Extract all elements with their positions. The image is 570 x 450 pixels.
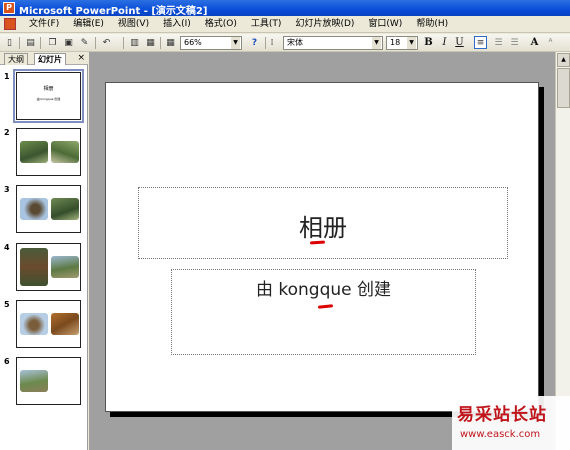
slide-thumbnail-row: 1 相册 由 kongque 创建 [0, 69, 88, 124]
red-annotation-mark [317, 304, 334, 309]
menu-insert[interactable]: 插入(I) [156, 18, 198, 31]
tab-outline[interactable]: 大纲 [4, 53, 28, 65]
red-annotation-mark [309, 240, 326, 245]
zoom-dropdown[interactable]: 66% ▼ [180, 36, 242, 50]
copy-icon[interactable]: ❐ [46, 36, 59, 49]
print-icon[interactable]: ▤ [24, 36, 37, 49]
tab-slides[interactable]: 幻灯片 [34, 53, 66, 65]
current-slide[interactable]: 相册 由 kongque 创建 [105, 82, 539, 412]
slide-number: 4 [4, 243, 10, 252]
photo-image [20, 370, 48, 392]
paste-icon[interactable]: ▣ [62, 36, 75, 49]
watermark: 易采站长站 www.easck.com [452, 396, 570, 450]
photo-image [20, 248, 48, 286]
slide-thumbnail-3[interactable] [16, 185, 81, 233]
slide-number: 3 [4, 185, 10, 194]
slide-thumbnail-row: 6 [0, 357, 88, 409]
numbered-list-icon[interactable]: ☰ [492, 36, 505, 49]
toolbar-separator [265, 37, 266, 49]
slide-number: 2 [4, 128, 10, 137]
slide-thumbnail-row: 2 [0, 128, 88, 180]
toolbar-separator [123, 37, 124, 49]
font-name-value: 宋体 [287, 38, 303, 47]
toolbar-separator [95, 37, 96, 49]
scroll-up-icon[interactable]: ▲ [557, 53, 570, 67]
slide-thumbnail-2[interactable] [16, 128, 81, 176]
font-size-value: 18 [390, 38, 401, 47]
slides-panel: 大纲 幻灯片 × 1 相册 由 kongque 创建 2 3 4 5 6 [0, 52, 88, 450]
toolbar-separator [40, 37, 41, 49]
font-name-dropdown[interactable]: 宋体 ▼ [283, 36, 383, 50]
thumbnail-title: 相册 [43, 86, 54, 92]
slide-number: 1 [4, 72, 10, 81]
thumbnail-subtitle: 由 kongque 创建 [36, 97, 61, 101]
chevron-down-icon: ▼ [372, 37, 381, 49]
slide-thumbnail-4[interactable] [16, 243, 81, 291]
toolbar-separator [19, 37, 20, 49]
photo-image [51, 256, 79, 278]
menu-file[interactable]: 文件(F) [22, 18, 66, 31]
title-placeholder[interactable]: 相册 [138, 187, 508, 259]
bulleted-list-icon[interactable]: ☰ [508, 36, 521, 49]
increase-font-button[interactable]: A [528, 36, 541, 50]
decrease-font-icon[interactable]: ᴬ [544, 36, 557, 49]
zoom-value: 66% [184, 38, 202, 47]
slide-thumbnail-6[interactable] [16, 357, 81, 405]
undo-icon[interactable]: ↶ [100, 36, 113, 49]
menu-bar: 文件(F) 编辑(E) 视图(V) 插入(I) 格式(O) 工具(T) 幻灯片放… [0, 16, 570, 33]
slide-thumbnail-row: 4 [0, 243, 88, 295]
grid-icon[interactable]: ▦ [164, 36, 177, 49]
align-left-icon[interactable]: ≡ [474, 36, 487, 49]
menu-window[interactable]: 窗口(W) [361, 18, 409, 31]
underline-button[interactable]: U [453, 36, 466, 50]
slide-thumbnail-row: 5 [0, 300, 88, 352]
subtitle-placeholder[interactable]: 由 kongque 创建 [171, 269, 476, 355]
toolbar-separator [160, 37, 161, 49]
insert-chart-icon[interactable]: ▥ [128, 36, 141, 49]
slide-thumbnail-5[interactable] [16, 300, 81, 348]
photo-image [51, 141, 79, 163]
menu-tools[interactable]: 工具(T) [244, 18, 289, 31]
powerpoint-app-icon[interactable]: P [3, 2, 15, 14]
bold-button[interactable]: B [422, 36, 435, 50]
watermark-url: www.easck.com [460, 429, 541, 440]
window-title: Microsoft PowerPoint - [演示文稿2] [19, 6, 208, 17]
vertical-scrollbar[interactable]: ▲ [555, 52, 570, 450]
powerpoint-window: P Microsoft PowerPoint - [演示文稿2] 文件(F) 编… [0, 0, 570, 450]
menu-format[interactable]: 格式(O) [198, 18, 244, 31]
watermark-title: 易采站长站 [457, 405, 547, 425]
slide-subtitle[interactable]: 由 kongque 创建 [172, 275, 475, 300]
menu-slideshow[interactable]: 幻灯片放映(D) [288, 18, 361, 31]
slide-number: 6 [4, 357, 10, 366]
photo-image [20, 141, 48, 163]
photo-image [20, 313, 48, 335]
help-icon[interactable]: ? [248, 36, 261, 49]
document-icon[interactable] [4, 18, 16, 30]
chevron-down-icon: ▼ [407, 37, 416, 49]
slide-number: 5 [4, 300, 10, 309]
slide-title[interactable]: 相册 [139, 208, 507, 243]
menu-help[interactable]: 帮助(H) [409, 18, 455, 31]
chevron-down-icon: ▼ [231, 37, 240, 49]
photo-image [51, 198, 79, 220]
scrollbar-thumb[interactable] [557, 68, 570, 108]
close-icon[interactable]: × [77, 53, 85, 64]
slide-thumbnail-row: 3 [0, 185, 88, 237]
slide-thumbnail-1[interactable]: 相册 由 kongque 创建 [13, 69, 84, 123]
toolbar: ▯ ▤ ❐ ▣ ✎ ↶ ▥ ▦ ▦ 66% ▼ ? ⁞ 宋体 ▼ 18 ▼ B … [0, 34, 570, 52]
insert-table-icon[interactable]: ▦ [144, 36, 157, 49]
photo-image [51, 313, 79, 335]
menu-edit[interactable]: 编辑(E) [66, 18, 111, 31]
new-document-icon[interactable]: ▯ [3, 36, 16, 49]
photo-image [20, 198, 48, 220]
font-size-dropdown[interactable]: 18 ▼ [386, 36, 418, 50]
italic-button[interactable]: I [438, 36, 451, 50]
slide-editing-area[interactable]: 相册 由 kongque 创建 [89, 52, 555, 450]
format-painter-icon[interactable]: ✎ [78, 36, 91, 49]
panel-tabs: 大纲 幻灯片 × [0, 52, 88, 65]
menu-view[interactable]: 视图(V) [111, 18, 156, 31]
toolbar-options-icon[interactable]: ⁞ [268, 36, 276, 49]
title-bar: P Microsoft PowerPoint - [演示文稿2] [0, 0, 570, 17]
